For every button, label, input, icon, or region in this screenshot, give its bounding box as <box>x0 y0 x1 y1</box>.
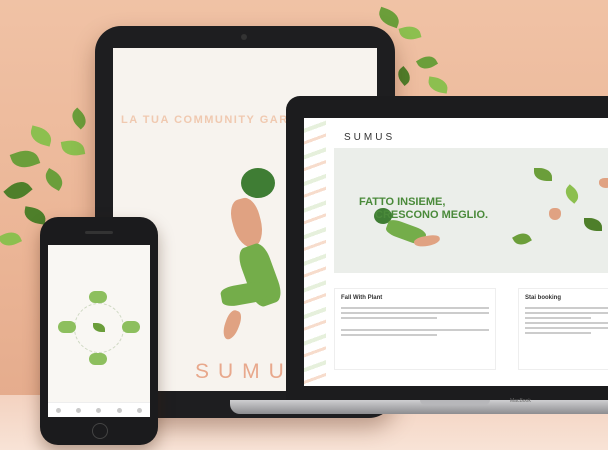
phone-device <box>40 217 158 445</box>
tab-home-icon[interactable] <box>55 407 61 413</box>
phone-home-button[interactable] <box>92 423 108 439</box>
laptop-notch <box>420 400 490 405</box>
laptop-base <box>230 400 608 414</box>
website-logo[interactable]: SUMUS <box>344 132 395 143</box>
phone-status-bar <box>48 245 150 249</box>
content-card-left: Fall With Plant <box>334 288 496 370</box>
garden-node-bottom[interactable] <box>89 353 107 365</box>
card-left-title: Fall With Plant <box>341 295 383 301</box>
hero-headline-line1: FATTO INSIEME, <box>359 196 446 208</box>
tablet-status-bar <box>113 48 377 52</box>
leaf-pattern-border <box>304 118 326 386</box>
laptop-brand: MacBook <box>510 398 531 404</box>
laptop-screen: SUMUS FATTO INSIEME, CRESCONO MEGLIO. Fa… <box>304 118 608 386</box>
hero-headline-line2: CRESCONO MEGLIO. <box>375 209 489 221</box>
tablet-camera <box>241 34 247 40</box>
content-card-right: Stai booking <box>518 288 608 370</box>
garden-node-right[interactable] <box>122 321 140 333</box>
garden-node-top[interactable] <box>89 291 107 303</box>
phone-screen <box>48 245 150 417</box>
product-mockup-scene: LA TUA COMMUNITY GARDEN SUMUS SUMUS FATT… <box>0 0 608 450</box>
laptop-device: SUMUS FATTO INSIEME, CRESCONO MEGLIO. Fa… <box>286 96 608 408</box>
phone-tab-bar <box>48 402 150 417</box>
tab-add-icon[interactable] <box>96 407 102 413</box>
card-right-title: Stai booking <box>525 295 561 301</box>
tab-calendar-icon[interactable] <box>116 407 122 413</box>
phone-speaker <box>85 231 113 234</box>
garden-node-left[interactable] <box>58 321 76 333</box>
hero-headline: FATTO INSIEME, CRESCONO MEGLIO. <box>359 196 488 222</box>
tab-profile-icon[interactable] <box>137 407 143 413</box>
tab-garden-icon[interactable] <box>76 407 82 413</box>
